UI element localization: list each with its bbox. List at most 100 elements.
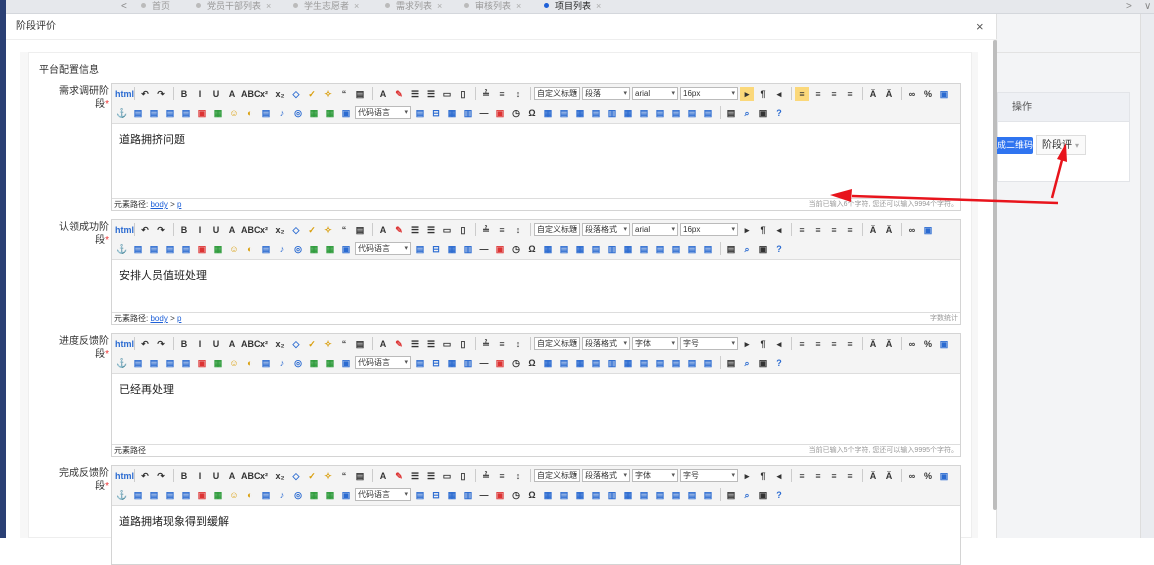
toolbar-button[interactable]: ≡ xyxy=(827,337,841,351)
toolbar-button[interactable]: ▤ xyxy=(589,242,603,256)
toolbar-button[interactable]: ¶ xyxy=(756,87,770,101)
toolbar-button[interactable]: ▥ xyxy=(461,488,475,502)
toolbar-button[interactable]: ▣ xyxy=(195,106,209,120)
toolbar-button[interactable]: ▦ xyxy=(211,106,225,120)
toolbar-button[interactable]: ▤ xyxy=(701,106,715,120)
toolbar-button[interactable]: ▤ xyxy=(557,488,571,502)
heading-style-select[interactable]: 自定义标题 xyxy=(534,469,580,483)
toolbar-button[interactable]: ♪ xyxy=(275,488,289,502)
toolbar-button[interactable]: ▦ xyxy=(621,242,635,256)
toolbar-button[interactable]: ▦ xyxy=(445,488,459,502)
toolbar-button[interactable]: ✓ xyxy=(305,469,319,483)
toolbar-button[interactable]: ☰ xyxy=(424,87,438,101)
toolbar-button[interactable]: ∞ xyxy=(905,469,919,483)
toolbar-button[interactable]: ⊟ xyxy=(429,488,443,502)
tab-5[interactable]: 审核列表 × xyxy=(464,0,521,14)
toolbar-button[interactable]: ▦ xyxy=(573,488,587,502)
toolbar-button[interactable]: ⌕ xyxy=(740,242,754,256)
toolbar-button[interactable]: ▤ xyxy=(353,87,367,101)
toolbar-button[interactable]: ▤ xyxy=(724,488,738,502)
toolbar-button[interactable]: “ xyxy=(337,87,351,101)
toolbar-button[interactable]: ▤ xyxy=(413,488,427,502)
toolbar-button[interactable]: ▤ xyxy=(637,242,651,256)
tab-close-icon[interactable]: × xyxy=(266,1,271,11)
toolbar-button[interactable]: ▤ xyxy=(413,106,427,120)
toolbar-button[interactable]: ◇ xyxy=(289,87,303,101)
toolbar-button[interactable]: ▣ xyxy=(493,356,507,370)
toolbar-button[interactable]: ✎ xyxy=(392,469,406,483)
align-left-icon[interactable]: ≡ xyxy=(795,86,809,101)
code-language-select[interactable]: 代码语言 xyxy=(355,488,411,502)
toolbar-button[interactable]: ◇ xyxy=(289,223,303,237)
toolbar-button[interactable]: x₂ xyxy=(273,337,287,351)
toolbar-button[interactable]: ▤ xyxy=(637,106,651,120)
font-family-select[interactable]: 字体 xyxy=(632,337,678,351)
toolbar-button[interactable]: ▤ xyxy=(637,488,651,502)
tab-6[interactable]: 项目列表 × xyxy=(544,0,601,14)
align-left-icon[interactable]: ≡ xyxy=(795,469,809,483)
toolbar-button[interactable]: ≡ xyxy=(811,223,825,237)
toolbar-button[interactable]: ✧ xyxy=(321,469,335,483)
toolbar-button[interactable]: ≡ xyxy=(811,87,825,101)
toolbar-button[interactable]: ◷ xyxy=(509,242,523,256)
toolbar-button[interactable]: % xyxy=(921,337,935,351)
toolbar-button[interactable]: ⌕ xyxy=(740,488,754,502)
toolbar-button[interactable]: ▤ xyxy=(353,469,367,483)
toolbar-button[interactable]: ▤ xyxy=(353,337,367,351)
element-path-link[interactable]: p xyxy=(177,200,181,209)
toolbar-button[interactable]: ▤ xyxy=(259,488,273,502)
toolbar-button[interactable]: ≡ xyxy=(843,469,857,483)
toolbar-button[interactable]: ▥ xyxy=(461,356,475,370)
toolbar-button[interactable]: ▤ xyxy=(179,356,193,370)
toolbar-button[interactable]: I xyxy=(193,87,207,101)
editor-content[interactable]: 已经再处理 xyxy=(119,381,174,397)
toolbar-button[interactable]: ▦ xyxy=(541,488,555,502)
toolbar-button[interactable]: ▤ xyxy=(163,488,177,502)
toolbar-button[interactable]: Ä xyxy=(882,337,896,351)
toolbar-button[interactable]: x₂ xyxy=(273,87,287,101)
toolbar-button[interactable]: ✓ xyxy=(305,87,319,101)
toolbar-button[interactable]: ▦ xyxy=(621,106,635,120)
fullscreen-icon[interactable]: ▣ xyxy=(937,337,951,351)
toolbar-button[interactable]: ▤ xyxy=(669,488,683,502)
toolbar-button[interactable]: ▤ xyxy=(669,242,683,256)
toolbar-button[interactable]: ▤ xyxy=(653,488,667,502)
toolbar-button[interactable]: ≡ xyxy=(495,223,509,237)
source-html-button[interactable]: html xyxy=(115,87,134,101)
toolbar-button[interactable]: ≡ xyxy=(495,87,509,101)
toolbar-button[interactable]: ▤ xyxy=(147,356,161,370)
toolbar-button[interactable]: ◐ xyxy=(243,242,257,256)
toolbar-button[interactable]: ♪ xyxy=(275,106,289,120)
font-family-select[interactable]: arial xyxy=(632,223,678,237)
toolbar-button[interactable]: ▤ xyxy=(179,106,193,120)
toolbar-button[interactable]: ⚓ xyxy=(115,488,129,502)
toolbar-button[interactable]: ? xyxy=(772,356,786,370)
tab-scroll-right-button[interactable]: > xyxy=(1126,0,1132,14)
toolbar-button[interactable]: ∞ xyxy=(905,223,919,237)
toolbar-button[interactable]: ▦ xyxy=(307,242,321,256)
toolbar-button[interactable]: ▤ xyxy=(701,242,715,256)
toolbar-button[interactable]: ? xyxy=(772,242,786,256)
toolbar-button[interactable]: A xyxy=(376,337,390,351)
toolbar-button[interactable]: ▭ xyxy=(440,469,454,483)
toolbar-button[interactable]: ▣ xyxy=(339,356,353,370)
tab-4[interactable]: 需求列表 × xyxy=(385,0,442,14)
toolbar-button[interactable]: ▦ xyxy=(541,242,555,256)
code-language-select[interactable]: 代码语言 xyxy=(355,106,411,120)
toolbar-button[interactable]: Ω xyxy=(525,106,539,120)
toolbar-button[interactable]: A xyxy=(225,337,239,351)
toolbar-button[interactable]: ≟ xyxy=(479,469,493,483)
toolbar-button[interactable]: ABC xyxy=(241,469,261,483)
toolbar-button[interactable]: ▤ xyxy=(259,106,273,120)
undo-icon[interactable]: ↶ xyxy=(138,223,152,237)
toolbar-button[interactable]: ▤ xyxy=(557,356,571,370)
toolbar-button[interactable]: ▦ xyxy=(211,242,225,256)
toolbar-button[interactable]: U xyxy=(209,223,223,237)
toolbar-button[interactable]: ▤ xyxy=(653,242,667,256)
toolbar-button[interactable]: Ä xyxy=(882,87,896,101)
toolbar-button[interactable]: ▤ xyxy=(131,356,145,370)
stage-eval-dropdown-button[interactable]: 阶段评 ▾ xyxy=(1036,135,1086,155)
toolbar-button[interactable]: ↕ xyxy=(511,223,525,237)
code-language-select[interactable]: 代码语言 xyxy=(355,356,411,370)
toolbar-button[interactable]: — xyxy=(477,488,491,502)
